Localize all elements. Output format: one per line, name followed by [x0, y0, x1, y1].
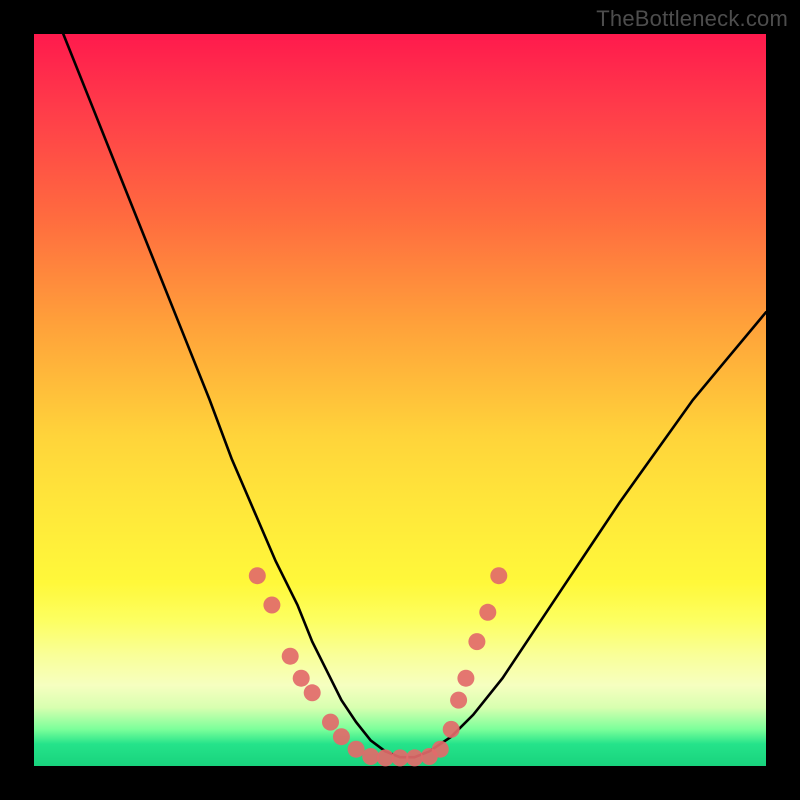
- data-point: [490, 567, 507, 584]
- data-point: [443, 721, 460, 738]
- data-point: [432, 741, 449, 758]
- data-point: [406, 749, 423, 766]
- data-point: [249, 567, 266, 584]
- data-point: [348, 741, 365, 758]
- data-point: [392, 749, 409, 766]
- data-point: [479, 604, 496, 621]
- data-point: [304, 684, 321, 701]
- data-point: [333, 728, 350, 745]
- data-point: [468, 633, 485, 650]
- chart-frame: TheBottleneck.com: [0, 0, 800, 800]
- data-point: [293, 670, 310, 687]
- data-point: [377, 749, 394, 766]
- watermark-text: TheBottleneck.com: [596, 6, 788, 32]
- bottleneck-curve: [63, 34, 766, 757]
- data-point: [322, 714, 339, 731]
- plot-area: [34, 34, 766, 766]
- data-point: [450, 692, 467, 709]
- chart-svg: [34, 34, 766, 766]
- data-point: [457, 670, 474, 687]
- data-point: [282, 648, 299, 665]
- sample-points: [249, 567, 508, 766]
- data-point: [263, 597, 280, 614]
- data-point: [362, 748, 379, 765]
